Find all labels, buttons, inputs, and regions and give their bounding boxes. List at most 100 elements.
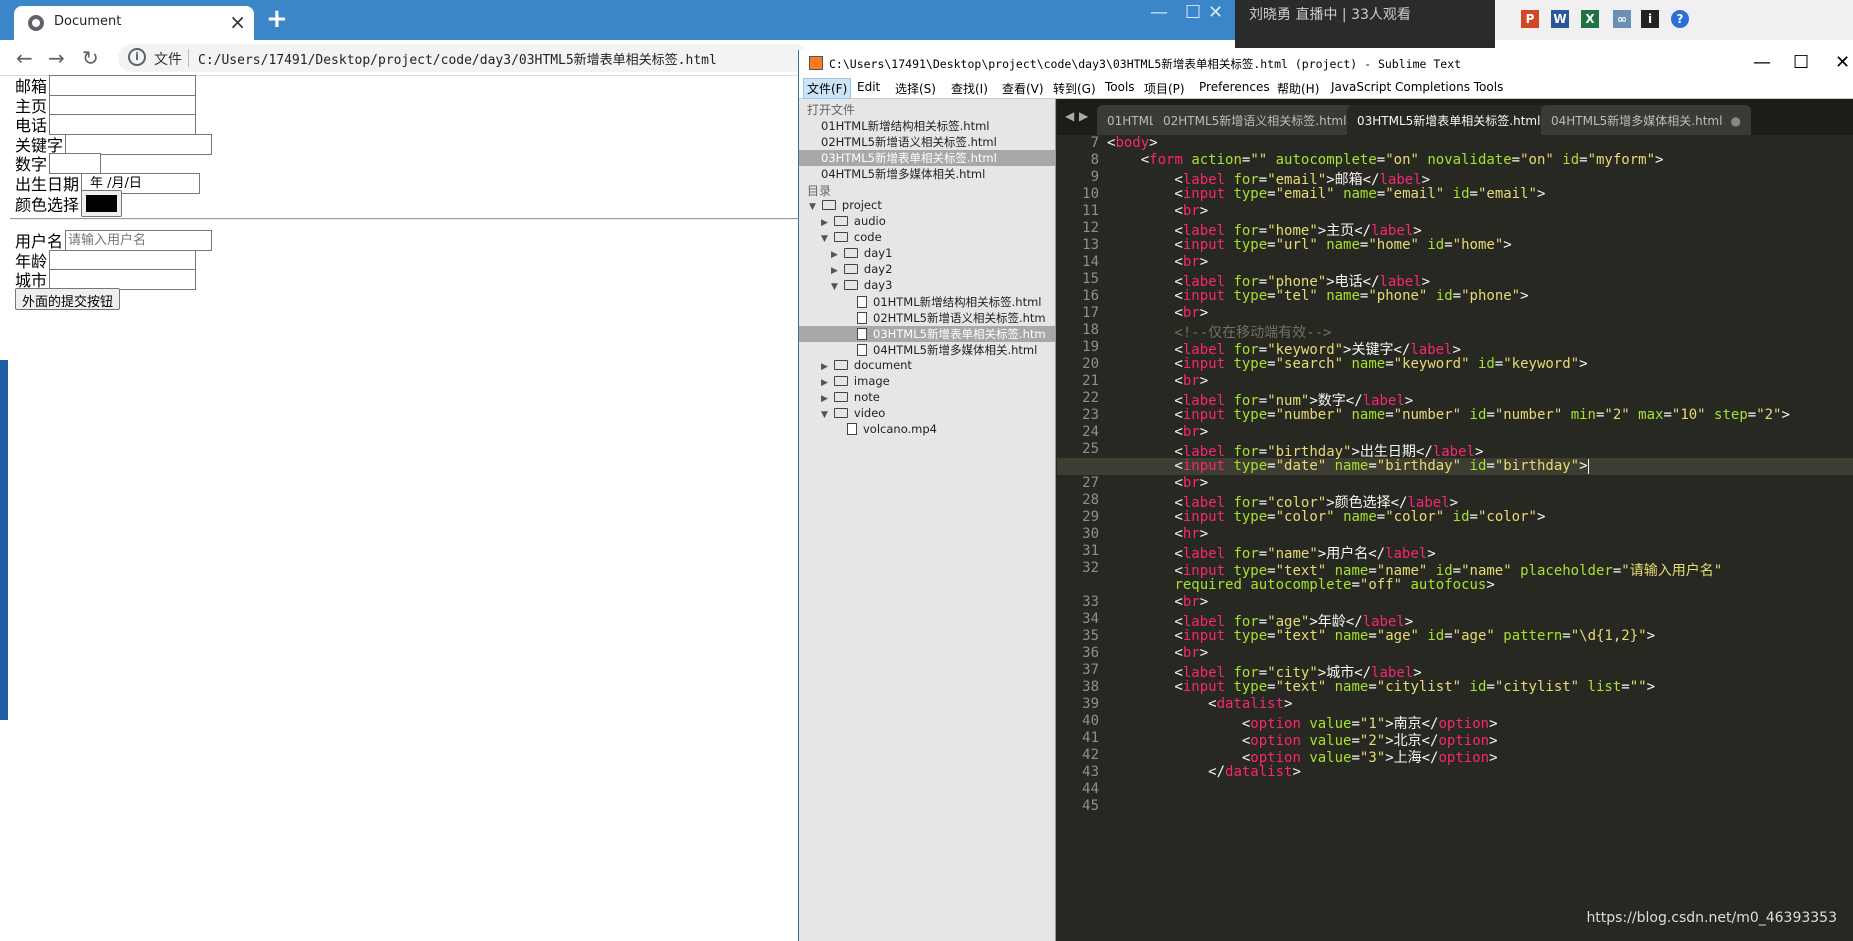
- close-window-button[interactable]: ✕: [1208, 2, 1223, 23]
- code-line: </datalist>: [1107, 764, 1301, 780]
- line-number: 16: [1082, 288, 1099, 304]
- tab-scroll-left-icon[interactable]: ◀: [1065, 109, 1074, 123]
- tree-folder-project[interactable]: ▼ project: [809, 198, 882, 212]
- tree-file[interactable]: 04HTML5新增多媒体相关.html: [857, 342, 1037, 358]
- code-line: <input type="text" name="age" id="age" p…: [1107, 628, 1656, 644]
- tree-folder-image[interactable]: ▶ image: [821, 374, 890, 388]
- tree-folder-video[interactable]: ▼ video: [821, 406, 885, 420]
- tree-folder-code[interactable]: ▼ code: [821, 230, 882, 244]
- file-icon: [857, 327, 867, 340]
- line-number: 19: [1082, 339, 1099, 355]
- file-icon: [847, 422, 857, 435]
- tree-file-active[interactable]: 03HTML5新增表单相关标签.htm: [799, 326, 1055, 342]
- menu-view[interactable]: 查看(V): [1002, 80, 1044, 97]
- menu-project[interactable]: 项目(P): [1144, 80, 1185, 97]
- line-number: 38: [1082, 679, 1099, 695]
- folder-icon: [833, 215, 848, 226]
- city-input[interactable]: [49, 268, 197, 290]
- open-files-header: 打开文件: [807, 103, 856, 117]
- editor-tab[interactable]: 04HTML5新增多媒体相关.html ●: [1541, 105, 1751, 135]
- info-icon[interactable]: i: [128, 48, 146, 66]
- menu-find[interactable]: 查找(I): [951, 80, 988, 97]
- minimize-button[interactable]: —: [1150, 2, 1168, 23]
- menu-select[interactable]: 选择(S): [895, 80, 936, 97]
- line-number: 43: [1082, 764, 1099, 780]
- open-file-item[interactable]: 01HTML新增结构相关标签.html: [821, 118, 989, 134]
- network-icon[interactable]: ∞: [1613, 10, 1631, 28]
- submit-row: 外面的提交按钮: [15, 288, 121, 310]
- sublime-minimize-button[interactable]: —: [1753, 52, 1771, 73]
- code-line: <br>: [1107, 424, 1209, 440]
- address-url[interactable]: C:/Users/17491/Desktop/project/code/day3…: [198, 49, 717, 68]
- code-line: <datalist>: [1107, 696, 1293, 712]
- menu-file[interactable]: 文件(F): [803, 78, 852, 99]
- tree-file[interactable]: volcano.mp4: [847, 422, 937, 436]
- sublime-close-button[interactable]: ✕: [1835, 52, 1850, 73]
- word-icon[interactable]: W: [1551, 10, 1569, 28]
- editor-tab-active[interactable]: 03HTML5新增表单相关标签.html✕: [1347, 105, 1569, 135]
- browser-tab[interactable]: Document ×: [14, 6, 254, 40]
- color-picker[interactable]: [81, 190, 123, 217]
- maximize-button[interactable]: ☐: [1185, 2, 1201, 23]
- line-number: 15: [1082, 271, 1099, 287]
- folder-icon: [843, 263, 858, 274]
- menu-preferences[interactable]: Preferences: [1199, 80, 1270, 94]
- tab-title: Document: [54, 14, 122, 29]
- new-tab-button[interactable]: +: [266, 4, 288, 34]
- tree-folder-document[interactable]: ▶ document: [821, 358, 912, 372]
- line-number: 8: [1090, 152, 1099, 168]
- tree-file[interactable]: 02HTML5新增语义相关标签.htm: [857, 310, 1046, 326]
- tree-folder-audio[interactable]: ▶ audio: [821, 214, 886, 228]
- line-number: 7: [1090, 135, 1099, 151]
- submit-button[interactable]: 外面的提交按钮: [15, 288, 121, 310]
- open-file-item[interactable]: 04HTML5新增多媒体相关.html: [821, 166, 985, 182]
- unsaved-dot-icon[interactable]: ●: [1730, 114, 1740, 128]
- menu-help[interactable]: 帮助(H): [1277, 80, 1319, 97]
- menu-tools[interactable]: Tools: [1105, 80, 1135, 94]
- line-number: 36: [1082, 645, 1099, 661]
- folder-icon: [833, 231, 848, 242]
- line-number: 20: [1082, 356, 1099, 372]
- collapse-arrow-icon: ▶: [821, 218, 828, 228]
- tab-scroll-right-icon[interactable]: ▶: [1079, 109, 1088, 123]
- line-number: 13: [1082, 237, 1099, 253]
- tree-folder-day1[interactable]: ▶ day1: [831, 246, 892, 260]
- line-number: 40: [1082, 713, 1099, 729]
- forward-icon[interactable]: →: [48, 46, 65, 70]
- code-line: <br>: [1107, 475, 1209, 491]
- tree-file[interactable]: 01HTML新增结构相关标签.html: [857, 294, 1041, 310]
- tab-close-icon[interactable]: ×: [229, 10, 246, 34]
- address-bar[interactable]: i 文件 C:/Users/17491/Desktop/project/code…: [118, 44, 808, 72]
- open-file-item[interactable]: 02HTML5新增语义相关标签.html: [821, 134, 997, 150]
- help-icon[interactable]: ?: [1671, 10, 1689, 28]
- code-line: <input type="search" name="keyword" id="…: [1107, 356, 1588, 372]
- tree-folder-note[interactable]: ▶ note: [821, 390, 880, 404]
- back-icon[interactable]: ←: [16, 46, 33, 70]
- code-line: <br>: [1107, 203, 1209, 219]
- line-number-gutter: 7 8 9 10 11 12 13 14 15 16 17 18 19 20 2…: [1057, 135, 1105, 941]
- folder-icon: [843, 279, 858, 290]
- line-number: 37: [1082, 662, 1099, 678]
- code-line: <br>: [1107, 373, 1209, 389]
- line-number: 14: [1082, 254, 1099, 270]
- code-line: <body>: [1107, 135, 1158, 151]
- line-number: 33: [1082, 594, 1099, 610]
- menu-edit[interactable]: Edit: [857, 80, 880, 94]
- code-line: <br>: [1107, 645, 1209, 661]
- tree-folder-day2[interactable]: ▶ day2: [831, 262, 892, 276]
- live-stream-bar: 刘晓勇 直播中 | 33人观看: [1235, 0, 1495, 48]
- sublime-maximize-button[interactable]: ☐: [1793, 52, 1809, 73]
- page-content: 邮箱 主页 电话 关键字 数字 出生日期年 /月/日 颜色选择 用户名 请输入用户…: [10, 74, 800, 941]
- code-line: <input type="text" name="citylist" id="c…: [1107, 679, 1655, 695]
- menu-goto[interactable]: 转到(G): [1053, 80, 1096, 97]
- open-file-item-active[interactable]: 03HTML5新增表单相关标签.html: [799, 150, 1055, 166]
- powerpoint-icon[interactable]: P: [1521, 10, 1539, 28]
- editor-tab[interactable]: 02HTML5新增语义相关标签.html✕: [1153, 105, 1375, 135]
- info-app-icon[interactable]: i: [1641, 10, 1659, 28]
- sublime-sidebar: 打开文件 01HTML新增结构相关标签.html 02HTML5新增语义相关标签…: [799, 99, 1056, 941]
- excel-icon[interactable]: X: [1581, 10, 1599, 28]
- tree-folder-day3[interactable]: ▼ day3: [831, 278, 892, 292]
- reload-icon[interactable]: ↻: [82, 46, 99, 70]
- code-editor[interactable]: <body> <form action="" autocomplete="on"…: [1057, 135, 1853, 941]
- menu-js-completions[interactable]: JavaScript Completions Tools: [1331, 80, 1503, 94]
